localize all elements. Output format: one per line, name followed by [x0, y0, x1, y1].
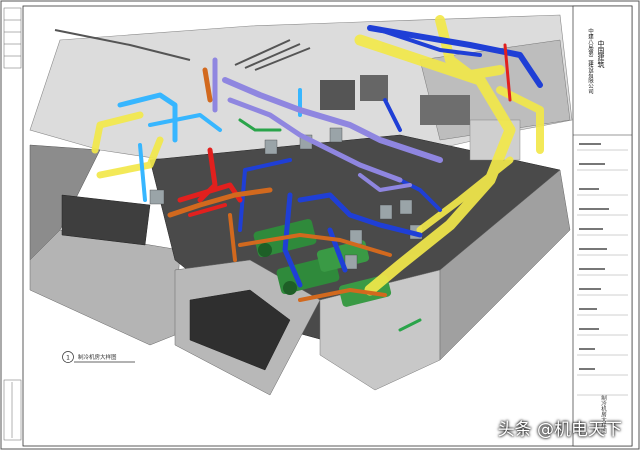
- watermark-text: 头条 @机电天下: [497, 420, 622, 440]
- title-block: 中国建筑 中建八局第二建设有限公司 制冷机房大样图: [572, 5, 633, 447]
- drawing-sheet: 中国建筑 中建八局第二建设有限公司 制冷机房大样图 1 制冷机房大样图: [0, 0, 640, 450]
- company-full-name: 中建八局第二建设有限公司: [587, 27, 594, 95]
- callout-number: 1: [66, 355, 70, 362]
- equipment-room-interior: [420, 95, 470, 125]
- control-cabinets-2: [360, 75, 388, 101]
- control-cabinets: [320, 80, 355, 110]
- company-name-cn: 中国建筑: [597, 39, 605, 69]
- callout-title: 制冷机房大样图: [78, 353, 117, 361]
